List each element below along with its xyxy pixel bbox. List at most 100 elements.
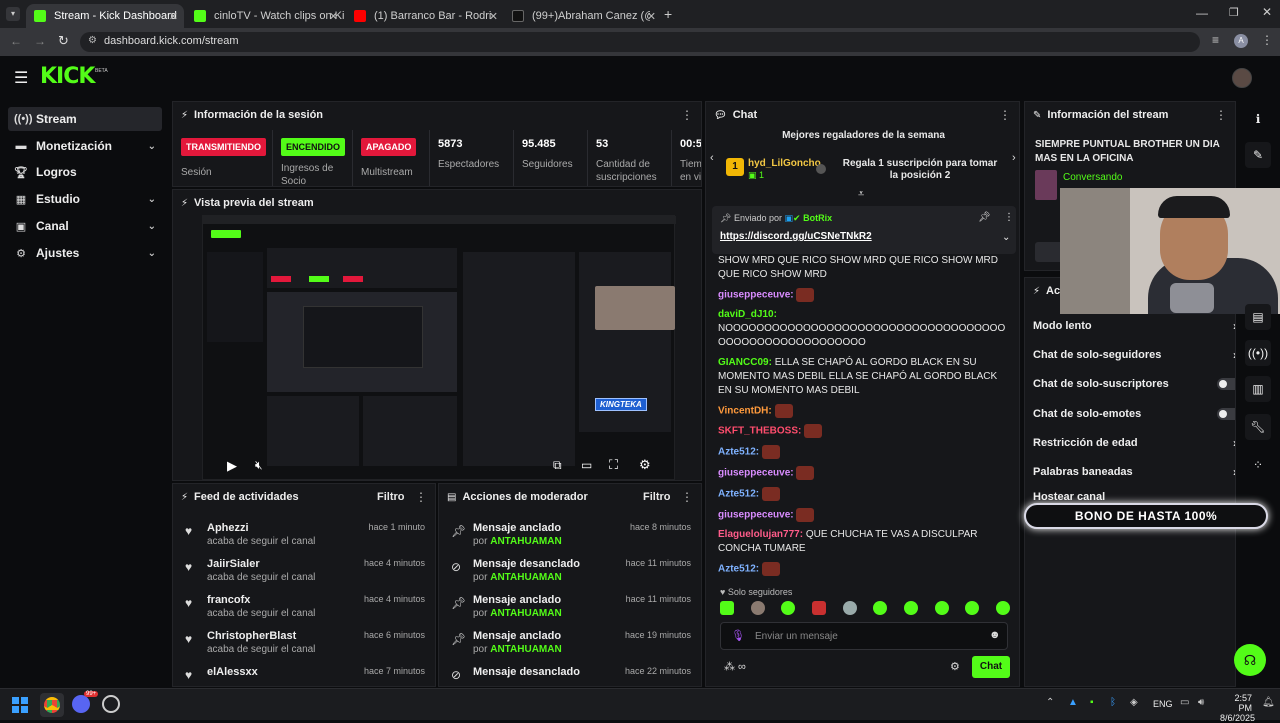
more-options-icon[interactable]: ⋮ — [1215, 108, 1227, 122]
mod-filter-button[interactable]: Filtro — [643, 491, 671, 503]
pinned-link[interactable]: https://discord.gg/uCSNeTNkR2 — [720, 231, 872, 242]
sidebar-item-ajustes[interactable]: ⚙ Ajustes ⌄ — [8, 241, 162, 265]
wrench-icon[interactable]: 🔧︎ — [1245, 414, 1271, 440]
settings-gear-icon[interactable]: ⚙ — [639, 457, 651, 473]
more-options-icon[interactable]: ⋮ — [681, 108, 693, 122]
bluetooth-icon[interactable]: ᛒ — [1110, 697, 1116, 708]
user-avatar[interactable] — [1232, 68, 1252, 88]
fullscreen-icon[interactable]: ⛶ — [609, 457, 618, 473]
play-icon[interactable]: ▶ — [227, 458, 237, 474]
tray-app-icon[interactable]: ▪ — [1090, 697, 1094, 708]
reload-icon[interactable]: ↻ — [58, 33, 69, 49]
emote-icon[interactable] — [934, 601, 949, 615]
activity-filter-button[interactable]: Filtro — [377, 491, 405, 503]
notification-bell-icon[interactable]: 🔔︎ — [1262, 697, 1275, 708]
hamburger-menu-icon[interactable]: ☰ — [14, 68, 28, 88]
tab-tiktok[interactable]: (99+)Abraham Canez (@abrah ✕ — [504, 4, 662, 28]
chevron-down-icon[interactable]: ⌄ — [1002, 232, 1010, 243]
language-indicator[interactable]: ENG — [1153, 699, 1173, 709]
activity-row: ♥ ChristopherBlast acaba de seguir el cana… — [185, 630, 425, 655]
sidebar-item-canal[interactable]: ▣ Canal ⌄ — [8, 214, 162, 238]
emote-icon[interactable] — [811, 601, 826, 615]
emote-icon[interactable] — [903, 601, 918, 615]
edit-pencil-icon[interactable]: ✎ — [1245, 142, 1271, 168]
sidebar-item-estudio[interactable]: ▦ Estudio ⌄ — [8, 187, 162, 211]
chevron-right-icon[interactable]: › — [1012, 152, 1016, 164]
emote-icon[interactable] — [995, 601, 1010, 615]
emote-icon[interactable] — [873, 601, 888, 615]
forward-icon[interactable]: → — [34, 34, 46, 48]
emote-icon[interactable] — [750, 601, 765, 615]
pin-toggle-icon[interactable]: 📌︎ — [978, 212, 991, 223]
option-age-restriction[interactable]: Restricción de edad› — [1033, 429, 1235, 457]
chat-icon[interactable]: ▤ — [1245, 304, 1271, 330]
volume-icon[interactable]: 🔊︎ — [1198, 697, 1204, 708]
close-tab-icon[interactable]: ✕ — [329, 10, 338, 23]
send-chat-button[interactable]: Chat — [972, 656, 1010, 678]
sidebar-item-stream[interactable]: ((•)) Stream — [8, 107, 162, 131]
kick-logo[interactable]: KICK — [40, 64, 95, 89]
reading-list-icon[interactable]: ≡ — [1212, 33, 1219, 47]
chat-input[interactable]: 🎙︎ Enviar un mensaje ☻ — [720, 622, 1008, 650]
restore-icon[interactable]: ❐ — [1229, 6, 1239, 19]
category-link[interactable]: Conversando — [1063, 172, 1122, 183]
obs-taskbar-icon[interactable] — [102, 695, 120, 713]
tab-kick-dashboard[interactable]: Stream - Kick Dashboard ✕ — [26, 4, 184, 28]
emote-icon[interactable] — [781, 601, 796, 615]
minimize-icon[interactable]: — — [1196, 6, 1208, 20]
option-slow-mode[interactable]: Modo lento› — [1033, 312, 1235, 340]
close-tab-icon[interactable]: ✕ — [647, 10, 656, 23]
mute-icon[interactable]: 🔇︎ — [255, 458, 263, 473]
more-options-icon[interactable]: ⋮ — [415, 490, 427, 504]
chevron-left-icon[interactable]: ‹ — [710, 152, 714, 164]
tray-app-icon[interactable]: ▲ — [1068, 697, 1078, 708]
tab-youtube[interactable]: (1) Barranco Bar - Rodrigo Puen ✕ — [346, 4, 504, 28]
network-icon[interactable]: ▭ — [1180, 697, 1189, 708]
emote-icon[interactable] — [842, 601, 857, 615]
broadcast-icon[interactable]: ((•)) — [1245, 340, 1271, 366]
support-headset-icon[interactable]: ☊ — [1234, 644, 1266, 676]
profile-avatar[interactable]: A — [1234, 34, 1248, 48]
info-icon[interactable]: ℹ — [1245, 106, 1271, 132]
option-emotes-only[interactable]: Chat de solo-emotes — [1033, 400, 1235, 428]
stream-video[interactable]: KINGTEKA ▶ 🔇︎ ⧉ ▭ ⛶ ⚙ — [202, 215, 676, 480]
close-window-icon[interactable]: ✕ — [1262, 5, 1272, 19]
option-banned-words[interactable]: Palabras baneadas› — [1033, 458, 1235, 486]
top-gifter-name[interactable]: hyd_LilGoncho — [748, 158, 821, 169]
browser-menu-icon[interactable]: ⋮ — [1261, 33, 1273, 47]
chrome-taskbar-icon[interactable] — [40, 693, 64, 717]
new-tab-icon[interactable]: + — [664, 6, 672, 22]
emote-icon[interactable] — [965, 601, 980, 615]
discord-taskbar-icon[interactable] — [72, 695, 90, 713]
emote-icon[interactable] — [720, 601, 734, 615]
sidebar-item-logros[interactable]: 🏆︎ Logros — [8, 160, 162, 184]
more-options-icon[interactable]: ⋮ — [681, 490, 693, 504]
apps-icon[interactable]: ⁘ — [1245, 452, 1271, 478]
windows-start-icon[interactable] — [12, 697, 28, 713]
tab-search-icon[interactable]: ▾ — [6, 7, 20, 21]
collapse-icon[interactable]: ⩡ — [858, 188, 864, 201]
more-options-icon[interactable]: ⋮ — [1004, 212, 1014, 223]
microphone-icon[interactable]: 🎙︎ — [731, 629, 745, 642]
theater-mode-icon[interactable]: ▭ — [581, 458, 592, 472]
chat-settings-icon[interactable]: ⚙ — [950, 660, 960, 673]
option-subscribers-only[interactable]: Chat de solo-suscriptores — [1033, 370, 1235, 398]
emoji-picker-icon[interactable]: ☻ — [989, 629, 1001, 641]
back-icon[interactable]: ← — [10, 34, 22, 48]
picture-in-picture-icon[interactable]: ⧉ — [553, 458, 562, 473]
emotes-only-toggle[interactable] — [1217, 408, 1235, 420]
tray-app-icon[interactable]: ◈ — [1130, 697, 1138, 708]
chat-tools-icon[interactable]: ⁂ ∞ — [724, 660, 746, 673]
sidebar-item-monetizacion[interactable]: ▬ Monetización ⌄ — [8, 134, 162, 158]
more-options-icon[interactable]: ⋮ — [999, 108, 1011, 122]
tab-cinlotv[interactable]: cinloTV - Watch clips on Kick ✕ — [186, 4, 344, 28]
layout-icon[interactable]: ▥ — [1245, 376, 1271, 402]
close-tab-icon[interactable]: ✕ — [489, 10, 498, 23]
option-followers-only[interactable]: Chat de solo-seguidores› — [1033, 341, 1235, 369]
close-tab-icon[interactable]: ✕ — [169, 10, 178, 23]
address-bar[interactable]: ⚙ dashboard.kick.com/stream — [80, 32, 1200, 52]
subscribers-only-toggle[interactable] — [1217, 378, 1235, 390]
tray-expand-icon[interactable]: ⌃ — [1046, 697, 1054, 708]
site-info-icon[interactable]: ⚙ — [88, 35, 97, 46]
clock[interactable]: 2:57 PM 8/6/2025 — [1220, 693, 1255, 723]
